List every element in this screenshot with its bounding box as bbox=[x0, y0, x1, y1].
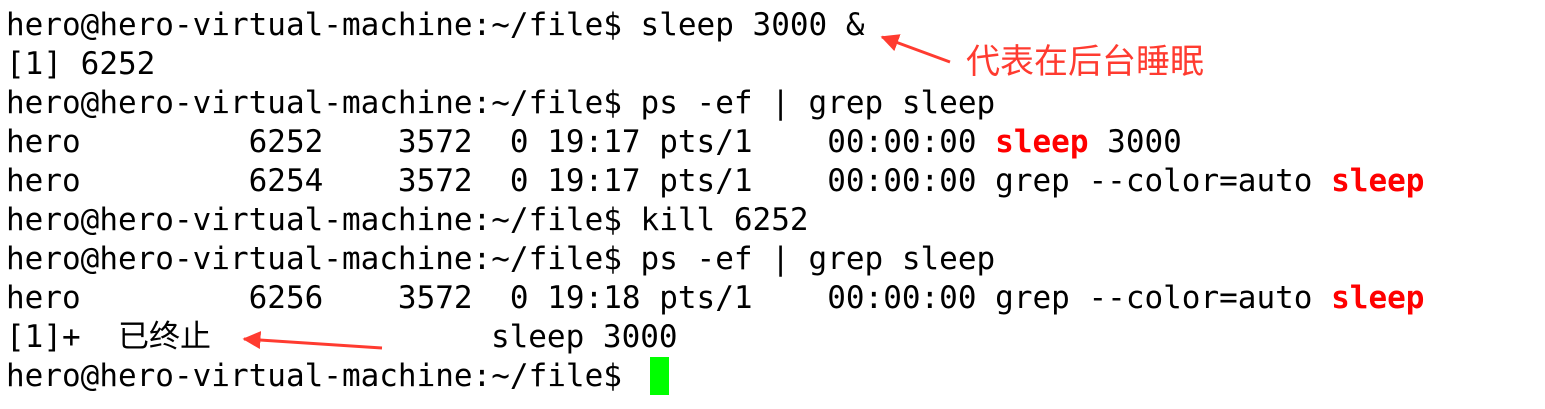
terminal-text: hero 6252 3572 0 19:17 pts/1 00:00:00 bbox=[6, 124, 996, 160]
terminal-text: [1]+ bbox=[6, 319, 118, 355]
terminal-text: hero@hero-virtual-machine:~/file$ sleep … bbox=[6, 7, 865, 43]
terminal-line: hero@hero-virtual-machine:~/file$ ps -ef… bbox=[6, 240, 995, 279]
terminal-line: hero@hero-virtual-machine:~/file$ kill 6… bbox=[6, 201, 809, 240]
terminal-line: hero 6254 3572 0 19:17 pts/1 00:00:00 gr… bbox=[6, 162, 1424, 201]
terminal-line: [1] 6252 bbox=[6, 45, 155, 84]
terminal-text: sleep 3000 bbox=[210, 319, 678, 355]
terminal-line: [1]+ 已终止 sleep 3000 bbox=[6, 318, 678, 357]
annotation-label: 代表在后台睡眠 bbox=[966, 42, 1204, 82]
grep-match-highlight: sleep bbox=[995, 124, 1089, 160]
terminal-line: hero 6256 3572 0 19:18 pts/1 00:00:00 gr… bbox=[6, 279, 1424, 318]
terminal-line: hero 6252 3572 0 19:17 pts/1 00:00:00 sl… bbox=[6, 123, 1182, 162]
terminal-window[interactable]: hero@hero-virtual-machine:~/file$ sleep … bbox=[0, 0, 1545, 409]
terminal-line: hero@hero-virtual-machine:~/file$ bbox=[6, 357, 641, 396]
job-status-text: 已终止 bbox=[117, 319, 211, 355]
terminal-text: hero@hero-virtual-machine:~/file$ bbox=[6, 358, 641, 394]
grep-match-highlight: sleep bbox=[1331, 163, 1425, 199]
terminal-line: hero@hero-virtual-machine:~/file$ sleep … bbox=[6, 6, 865, 45]
arrow-to-background-job bbox=[880, 34, 951, 64]
grep-match-highlight: sleep bbox=[1331, 280, 1425, 316]
terminal-text: 3000 bbox=[1088, 124, 1182, 160]
terminal-text: [1] 6252 bbox=[6, 46, 156, 82]
terminal-cursor bbox=[650, 357, 669, 395]
terminal-text: hero@hero-virtual-machine:~/file$ ps -ef… bbox=[6, 85, 996, 121]
terminal-text: hero@hero-virtual-machine:~/file$ kill 6… bbox=[6, 202, 809, 238]
terminal-text: hero 6256 3572 0 19:18 pts/1 00:00:00 gr… bbox=[6, 280, 1332, 316]
terminal-text: hero@hero-virtual-machine:~/file$ ps -ef… bbox=[6, 241, 996, 277]
terminal-text: hero 6254 3572 0 19:17 pts/1 00:00:00 gr… bbox=[6, 163, 1332, 199]
terminal-line: hero@hero-virtual-machine:~/file$ ps -ef… bbox=[6, 84, 995, 123]
